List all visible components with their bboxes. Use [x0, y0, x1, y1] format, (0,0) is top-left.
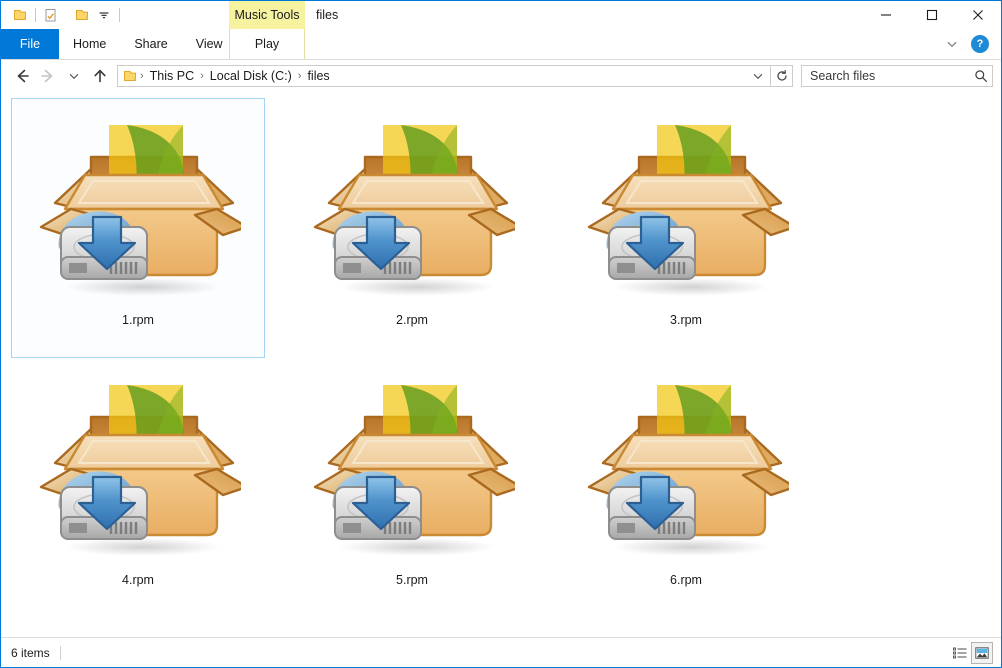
- file-list-view[interactable]: 1.rpm 2.rpm 3.rpm 4.rpm 5.rpm 6.rpm: [1, 92, 1001, 637]
- contextual-tab-group-header: Music Tools: [229, 1, 305, 29]
- details-view-button[interactable]: [949, 642, 971, 664]
- breadcrumb-separator: ›: [200, 70, 204, 82]
- customize-dropdown-icon[interactable]: [93, 4, 115, 26]
- search-icon: [975, 70, 987, 82]
- properties-icon[interactable]: [40, 4, 62, 26]
- folder-icon: [124, 71, 136, 81]
- breadcrumb-dropdown-icon[interactable]: [748, 66, 768, 86]
- ribbon-right-controls: ?: [939, 29, 997, 59]
- new-folder-icon[interactable]: [71, 4, 93, 26]
- item-count-label: 6 items: [11, 645, 50, 660]
- rpm-package-icon: [587, 125, 789, 296]
- folder-icon[interactable]: [9, 4, 31, 26]
- ribbon-tab-bar: File Home Share View Play ?: [1, 29, 1001, 60]
- breadcrumb[interactable]: › This PC › Local Disk (C:) › files: [117, 65, 771, 87]
- tab-view-label: View: [195, 37, 223, 51]
- maximize-button[interactable]: [909, 1, 955, 29]
- rpm-package-icon: [307, 373, 517, 569]
- large-icons-view-button[interactable]: [971, 641, 993, 664]
- rpm-package-icon: [587, 385, 789, 556]
- file-tile[interactable]: 6.rpm: [559, 358, 813, 618]
- file-tile[interactable]: 5.rpm: [285, 358, 539, 618]
- tab-play[interactable]: Play: [229, 29, 305, 59]
- file-tile[interactable]: 1.rpm: [11, 98, 265, 358]
- toolbar-separator: [66, 8, 67, 22]
- tab-play-label: Play: [254, 37, 280, 51]
- file-grid: 1.rpm 2.rpm 3.rpm 4.rpm 5.rpm 6.rpm: [11, 98, 1001, 618]
- chevron-down-icon[interactable]: [939, 31, 965, 57]
- file-tile[interactable]: 4.rpm: [11, 358, 265, 618]
- refresh-button[interactable]: [771, 65, 793, 87]
- status-separator: [59, 645, 61, 660]
- help-label: ?: [976, 38, 984, 50]
- tab-home-label: Home: [73, 37, 107, 51]
- rpm-package-icon: [313, 125, 515, 296]
- breadcrumb-item-local-disk[interactable]: Local Disk (C:): [206, 69, 296, 83]
- minimize-button[interactable]: [863, 1, 909, 29]
- breadcrumb-separator: ›: [140, 70, 144, 82]
- search-box[interactable]: [801, 65, 993, 87]
- rpm-package-icon: [39, 385, 241, 556]
- back-button[interactable]: [9, 63, 35, 89]
- file-name-label: 3.rpm: [670, 313, 702, 327]
- search-input[interactable]: [810, 69, 974, 83]
- rpm-package-icon: [33, 113, 243, 309]
- breadcrumb-separator: ›: [297, 70, 302, 82]
- up-button[interactable]: [87, 63, 113, 89]
- title-bar: Music Tools files: [1, 1, 1001, 29]
- rpm-package-icon: [307, 113, 517, 309]
- file-name-label: 5.rpm: [396, 573, 428, 587]
- rpm-package-icon: [39, 125, 241, 296]
- help-icon[interactable]: ?: [971, 35, 989, 53]
- file-name-label: 2.rpm: [396, 313, 428, 327]
- forward-button[interactable]: [35, 63, 61, 89]
- file-name-label: 4.rpm: [122, 573, 154, 587]
- file-tile[interactable]: 3.rpm: [559, 98, 813, 358]
- breadcrumb-item-files[interactable]: files: [303, 69, 333, 83]
- file-tile[interactable]: 2.rpm: [285, 98, 539, 358]
- file-explorer-window: Music Tools files File Home Share View P…: [0, 0, 1002, 668]
- rpm-package-icon: [581, 113, 791, 309]
- contextual-tab-group-label: Music Tools: [234, 8, 300, 22]
- toolbar-separator: [119, 8, 120, 22]
- window-title: files: [316, 8, 339, 22]
- quick-access-toolbar: [1, 1, 124, 29]
- tab-file[interactable]: File: [1, 29, 59, 59]
- address-bar: › This PC › Local Disk (C:) › files: [1, 60, 1001, 92]
- tab-share-label: Share: [134, 37, 168, 51]
- rpm-package-icon: [33, 373, 243, 569]
- rpm-package-icon: [313, 385, 515, 556]
- tab-home[interactable]: Home: [59, 29, 120, 59]
- close-button[interactable]: [955, 1, 1001, 29]
- file-name-label: 6.rpm: [670, 573, 702, 587]
- rpm-package-icon: [581, 373, 791, 569]
- recent-locations-button[interactable]: [61, 63, 87, 89]
- status-bar: 6 items: [1, 637, 1001, 667]
- tab-share[interactable]: Share: [120, 29, 181, 59]
- window-controls: [863, 1, 1001, 29]
- breadcrumb-item-this-pc[interactable]: This PC: [146, 69, 198, 83]
- file-name-label: 1.rpm: [122, 313, 154, 327]
- toolbar-separator: [35, 8, 36, 22]
- tab-file-label: File: [19, 37, 41, 51]
